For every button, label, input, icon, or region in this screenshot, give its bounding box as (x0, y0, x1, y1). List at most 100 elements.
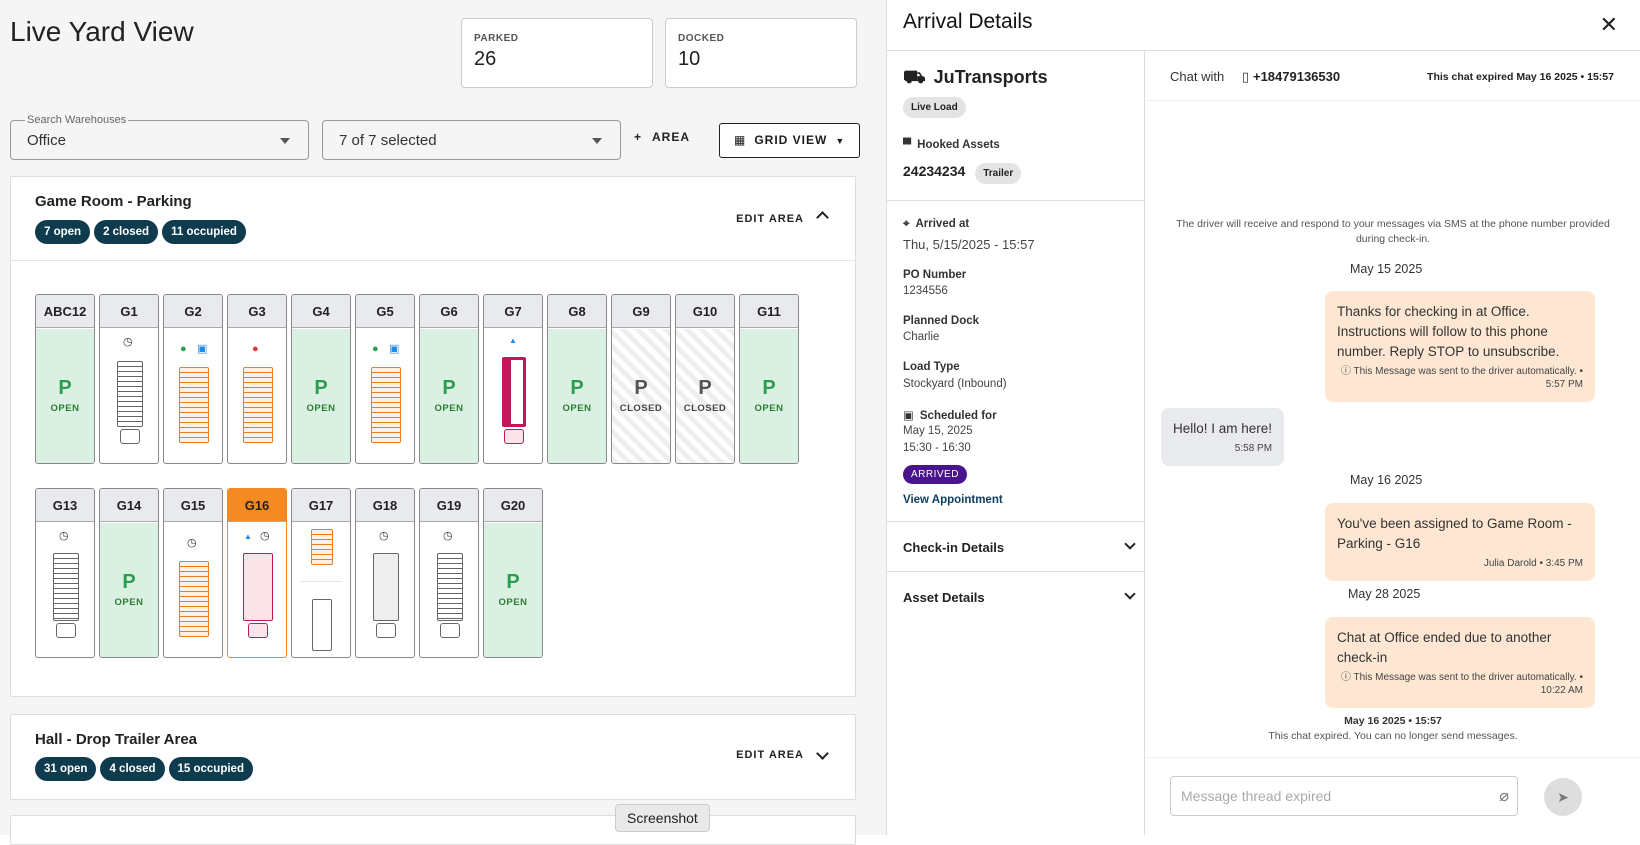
spot-G5[interactable]: G5 ● ▣ (355, 294, 415, 464)
asset-type-chip: Trailer (975, 163, 1022, 184)
check-circle-icon: ● (180, 343, 187, 355)
spot-status: CLOSED (619, 403, 663, 414)
message-input[interactable]: Message thread expired ⌀ (1170, 776, 1518, 816)
chat-with-label: Chat with (1170, 69, 1225, 84)
plus-icon: + (634, 130, 643, 144)
spot-G9[interactable]: G9 P CLOSED (611, 294, 671, 464)
spot-G20[interactable]: G20 P OPEN (483, 488, 543, 658)
scheduled-label-text: Scheduled for (919, 410, 997, 422)
area-card: Hall - Drop Trailer Area 31 open 4 closed… (10, 714, 856, 800)
add-area-label: AREA (652, 130, 691, 144)
edit-area-label: EDIT AREA (736, 213, 804, 225)
trailer-icon: ▀ (903, 139, 912, 151)
spot-G15[interactable]: G15 ◷ (163, 488, 223, 658)
open-count-badge: 31 open (35, 757, 97, 781)
close-icon[interactable]: ✕ (1600, 12, 1618, 38)
spot-G10[interactable]: G10 P CLOSED (675, 294, 735, 464)
spot-G8[interactable]: G8 P OPEN (547, 294, 607, 464)
areas-value: 7 of 7 selected (339, 132, 437, 149)
checkin-details-accordion[interactable]: Check-in Details (903, 538, 1140, 555)
arrived-label-text: Arrived at (915, 218, 970, 230)
spot-id: G16 (228, 489, 286, 522)
truck-cab-icon (504, 429, 524, 444)
spot-id: G3 (228, 295, 286, 328)
spot-G18[interactable]: G18 ◷ (355, 488, 415, 658)
attachment-icon[interactable]: ⌀ (1499, 786, 1509, 806)
spot-G11[interactable]: G11 P OPEN (739, 294, 799, 464)
message-bubble: Chat at Office ended due to another chec… (1325, 617, 1595, 708)
asset-details-accordion[interactable]: Asset Details (903, 588, 1140, 605)
chat-end-time: May 16 2025 • 15:57 (1344, 715, 1442, 727)
message-text: Chat at Office ended due to another chec… (1337, 630, 1552, 665)
grid-view-button[interactable]: ▦ GRID VIEW ▼ (719, 123, 860, 158)
edit-area-button[interactable]: EDIT AREA (736, 747, 829, 761)
scheduled-date: May 15, 2025 (903, 425, 973, 437)
hooked-asset-id: 24234234 (903, 163, 966, 179)
chat-end-note: This chat expired. You can no longer sen… (1268, 730, 1518, 742)
spot-G7[interactable]: G7 ▲ (483, 294, 543, 464)
carrier-name: ⛟ JuTransports (903, 67, 1048, 91)
spot-G19[interactable]: G19 ◷ (419, 488, 479, 658)
spot-id: G4 (292, 295, 350, 328)
area-name: Hall - Drop Trailer Area (35, 731, 197, 748)
areas-select[interactable]: 7 of 7 selected (322, 120, 621, 160)
chat-panel: Chat with ▯ +18479136530 This chat expire… (1146, 51, 1640, 835)
spot-G6[interactable]: G6 P OPEN (419, 294, 479, 464)
spot-status: OPEN (306, 403, 336, 414)
arrived-at-label: ⌖ Arrived at (903, 218, 969, 231)
trailer-icon (311, 529, 333, 565)
spot-id: G7 (484, 295, 542, 328)
spot-G2[interactable]: G2 ● ▣ (163, 294, 223, 464)
calendar-icon: ▣ (903, 410, 914, 422)
chevron-down-icon[interactable] (816, 747, 829, 760)
chevron-down-icon (1124, 538, 1136, 550)
truck-cab-icon (440, 623, 460, 638)
spot-status: OPEN (562, 403, 592, 414)
spot-G17[interactable]: G17 (291, 488, 351, 658)
message-text: Hello! I am here! (1173, 421, 1273, 436)
truck-cab-icon (56, 623, 76, 638)
add-area-button[interactable]: + AREA (634, 130, 690, 144)
edit-area-button[interactable]: EDIT AREA (736, 211, 829, 225)
divider (11, 260, 855, 261)
phone-icon: ▯ (1241, 69, 1249, 84)
arrived-at-value: Thu, 5/15/2025 - 15:57 (903, 237, 1035, 252)
truck-cab-icon (376, 623, 396, 638)
chat-composer: Message thread expired ⌀ ➤ (1146, 757, 1640, 835)
spot-G4[interactable]: G4 P OPEN (291, 294, 351, 464)
spot-status: OPEN (114, 597, 144, 608)
grid-icon: ▦ (734, 133, 747, 147)
spot-G13[interactable]: G13 ◷ (35, 488, 95, 658)
date-separator: May 15 2025 (1350, 262, 1423, 276)
spot-id: G6 (420, 295, 478, 328)
divider (887, 200, 1144, 201)
docked-value: 10 (678, 48, 701, 70)
dock-label: Planned Dock (903, 315, 980, 327)
spot-G16[interactable]: G16 ▲ ◷ (227, 488, 287, 658)
send-button[interactable]: ➤ (1544, 778, 1582, 816)
spot-id: G1 (100, 295, 158, 328)
chevron-up-icon[interactable] (816, 211, 829, 224)
divider (887, 571, 1144, 572)
spot-status: OPEN (50, 403, 80, 414)
closed-count-badge: 4 closed (100, 757, 165, 781)
chat-header: Chat with ▯ +18479136530 This chat expire… (1146, 51, 1640, 101)
spot-G3[interactable]: G3 ● (227, 294, 287, 464)
spot-ABC12[interactable]: ABC12 P OPEN (35, 294, 95, 464)
panel-title: Arrival Details (903, 10, 1033, 33)
spot-G14[interactable]: G14 P OPEN (99, 488, 159, 658)
parking-icon: P (570, 377, 584, 399)
phone-number: +18479136530 (1252, 69, 1341, 84)
arrow-up-icon: ▲ (244, 532, 252, 541)
hooked-label-text: Hooked Assets (917, 139, 1000, 151)
yard-panel: Live Yard View PARKED 26 DOCKED 10 Searc… (0, 0, 886, 845)
spot-G1[interactable]: G1 ◷ (99, 294, 159, 464)
occupied-count-badge: 11 occupied (162, 220, 246, 244)
warehouse-select[interactable]: Search Warehouses Office (10, 114, 309, 160)
spot-id: G5 (356, 295, 414, 328)
asset-label: Asset Details (903, 590, 985, 605)
message-bubble: Thanks for checking in at Office. Instru… (1325, 291, 1595, 402)
edit-area-label: EDIT AREA (736, 749, 804, 761)
send-icon: ➤ (1557, 789, 1569, 805)
view-appointment-link[interactable]: View Appointment (903, 494, 1003, 506)
